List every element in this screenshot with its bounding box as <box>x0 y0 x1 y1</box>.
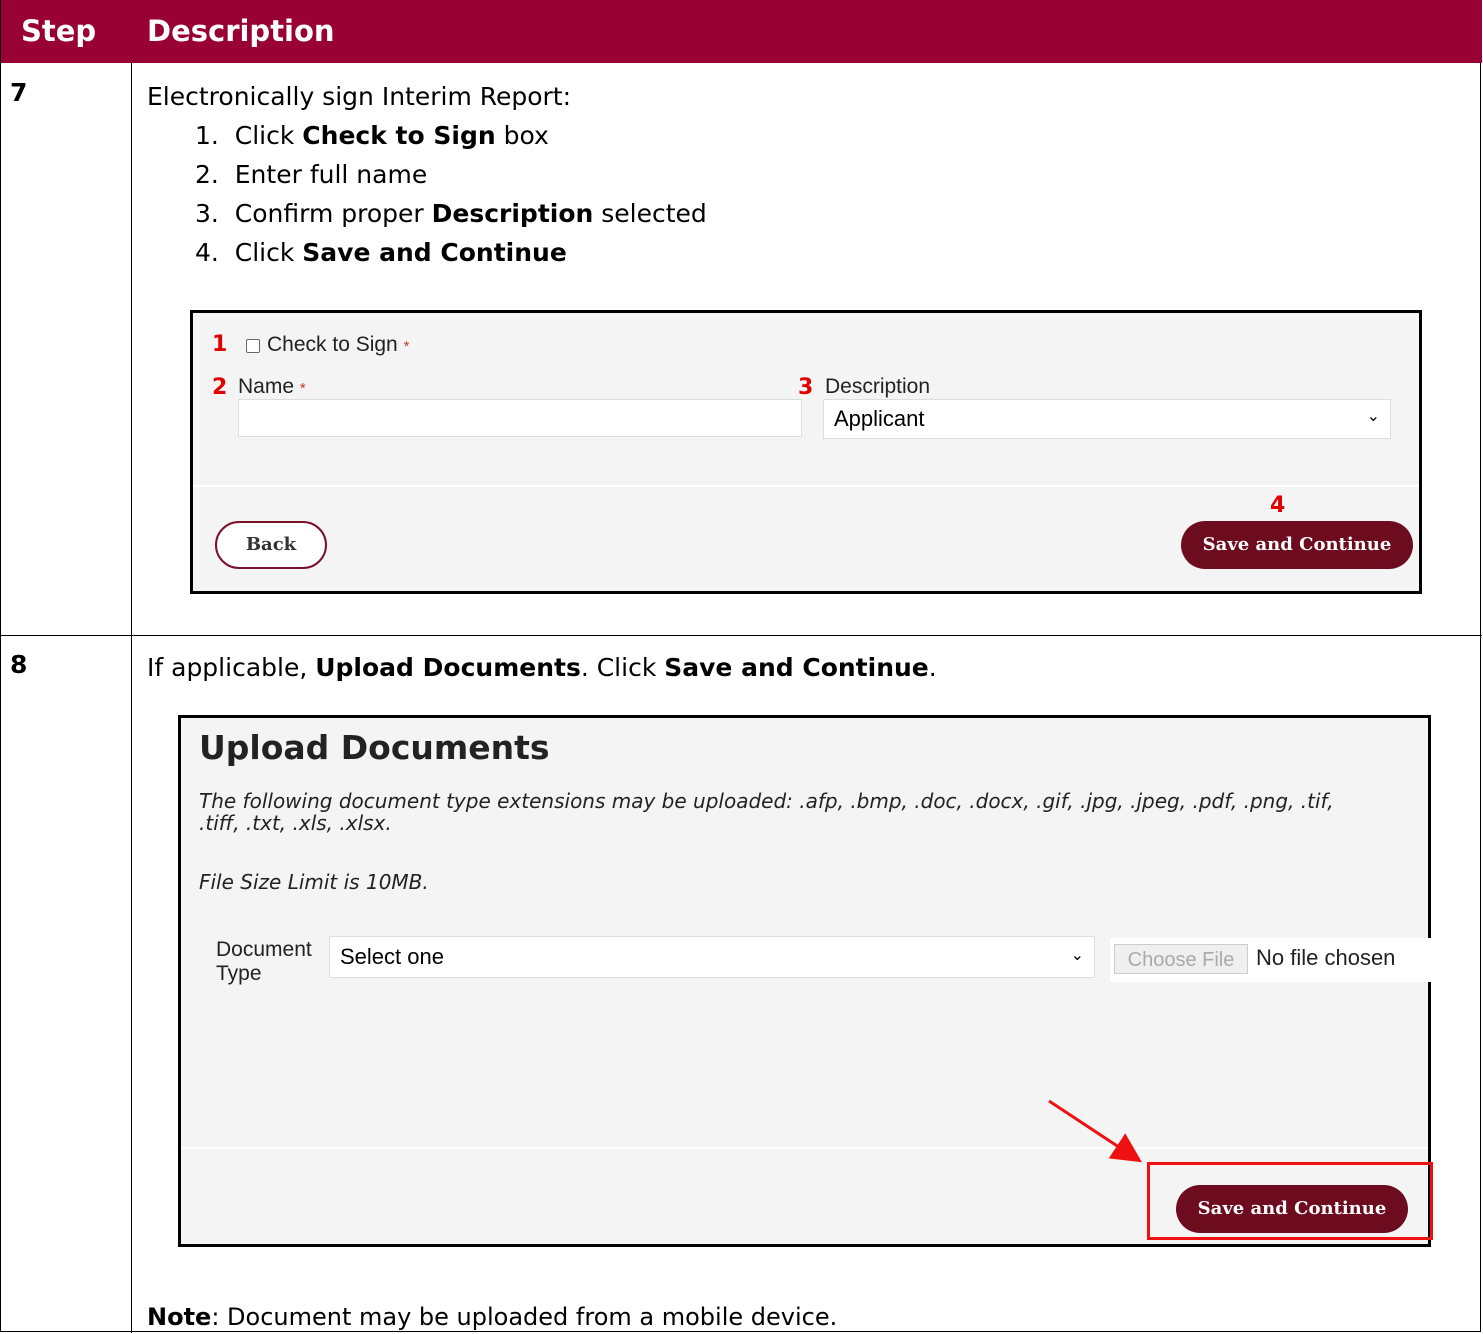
back-button[interactable]: Back <box>215 521 327 569</box>
highlight-box <box>1147 1162 1433 1240</box>
row-divider <box>1 635 1482 636</box>
callout-marker-4: 4 <box>1270 493 1286 518</box>
note-text: Note: Document may be uploaded from a mo… <box>147 1303 838 1331</box>
form-footer-divider <box>181 1147 1428 1149</box>
file-input: Choose File No file chosen <box>1110 938 1431 982</box>
list-item: 4. Click Save and Continue <box>195 238 567 267</box>
choose-file-button[interactable]: Choose File <box>1114 944 1248 974</box>
instruction-table: Step Description 7 Electronically sign I… <box>0 0 1482 1333</box>
list-item: 3. Confirm proper Description selected <box>195 199 707 228</box>
table-header: Step Description <box>1 0 1482 63</box>
callout-marker-1: 1 <box>212 332 228 357</box>
pointer-arrow-icon <box>1048 1099 1143 1163</box>
upload-title: Upload Documents <box>199 728 550 767</box>
document-type-value: Select one <box>340 944 444 969</box>
chevron-down-icon: ⌄ <box>1070 947 1084 964</box>
column-divider <box>131 63 132 1333</box>
signature-form-screenshot: 1 Check to Sign * 2 Name * 3 Description… <box>190 310 1422 594</box>
step-intro: Electronically sign Interim Report: <box>147 82 572 111</box>
allowed-extensions-text: The following document type extensions m… <box>199 789 1334 835</box>
header-description: Description <box>147 14 335 48</box>
header-step: Step <box>21 14 97 48</box>
step-number: 7 <box>10 78 28 107</box>
name-label: Name * <box>238 375 306 398</box>
description-label: Description <box>825 375 931 398</box>
check-to-sign-label: Check to Sign * <box>267 333 410 356</box>
callout-marker-2: 2 <box>212 375 228 400</box>
chevron-down-icon: ⌄ <box>1366 408 1380 425</box>
document-type-label: Document Type <box>216 938 312 985</box>
save-and-continue-button[interactable]: Save and Continue <box>1181 521 1413 569</box>
check-to-sign-checkbox[interactable] <box>246 339 260 353</box>
description-value: Applicant <box>834 406 925 431</box>
name-input[interactable] <box>238 399 802 437</box>
list-item: 1. Click Check to Sign box <box>195 121 549 150</box>
callout-marker-3: 3 <box>798 375 814 400</box>
form-footer-divider <box>193 485 1419 487</box>
description-select[interactable]: Applicant ⌄ <box>823 399 1391 439</box>
step-instruction: If applicable, Upload Documents. Click S… <box>147 653 937 682</box>
no-file-chosen-text: No file chosen <box>1256 945 1396 970</box>
step-number: 8 <box>10 650 28 679</box>
document-type-select[interactable]: Select one ⌄ <box>329 936 1095 978</box>
file-size-limit-text: File Size Limit is 10MB. <box>199 870 429 894</box>
list-item: 2. Enter full name <box>195 160 428 189</box>
